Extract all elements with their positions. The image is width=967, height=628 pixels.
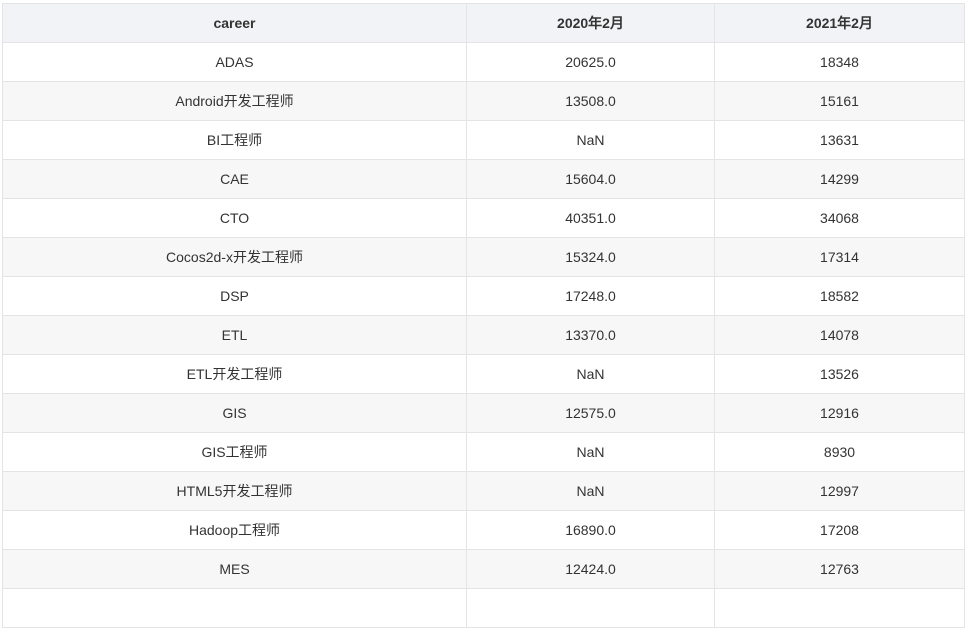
- table-row: HTML5开发工程师 NaN 12997: [2, 471, 965, 511]
- table-row: GIS 12575.0 12916: [2, 393, 965, 433]
- column-header-career[interactable]: career: [2, 3, 467, 43]
- cell-2020-feb: NaN: [466, 354, 715, 394]
- cell-2020-feb: 20625.0: [466, 42, 715, 82]
- table-row: ETL 13370.0 14078: [2, 315, 965, 355]
- cell-2020-feb: NaN: [466, 432, 715, 472]
- cell-2020-feb: NaN: [466, 471, 715, 511]
- table-row: DSP 17248.0 18582: [2, 276, 965, 316]
- cell-2021-feb: 14299: [714, 159, 965, 199]
- cell-2021-feb: 13526: [714, 354, 965, 394]
- cell-2021-feb: 12916: [714, 393, 965, 433]
- column-header-2020-feb[interactable]: 2020年2月: [466, 3, 715, 43]
- table-row: Cocos2d-x开发工程师 15324.0 17314: [2, 237, 965, 277]
- cell-career: DSP: [2, 276, 467, 316]
- table-row: CAE 15604.0 14299: [2, 159, 965, 199]
- cell-2020-feb: NaN: [466, 120, 715, 160]
- cell-2020-feb: 16890.0: [466, 510, 715, 550]
- cell-2021-feb: 8930: [714, 432, 965, 472]
- cell-career: GIS: [2, 393, 467, 433]
- cell-2021-feb: 13631: [714, 120, 965, 160]
- cell-career: CAE: [2, 159, 467, 199]
- cell-career: BI工程师: [2, 120, 467, 160]
- cell-2020-feb: 15604.0: [466, 159, 715, 199]
- table-row: MES 12424.0 12763: [2, 549, 965, 589]
- data-table-container: career 2020年2月 2021年2月 ADAS 20625.0 1834…: [2, 3, 965, 628]
- cell-career: MES: [2, 549, 467, 589]
- cell-2021-feb: 34068: [714, 198, 965, 238]
- cell-2021-feb: 15161: [714, 81, 965, 121]
- table-row: ADAS 20625.0 18348: [2, 42, 965, 82]
- table-row: [2, 588, 965, 628]
- cell-2021-feb: 12763: [714, 549, 965, 589]
- cell-career: CTO: [2, 198, 467, 238]
- cell-career: Android开发工程师: [2, 81, 467, 121]
- cell-2021-feb: 18582: [714, 276, 965, 316]
- table-row: CTO 40351.0 34068: [2, 198, 965, 238]
- table-row: ETL开发工程师 NaN 13526: [2, 354, 965, 394]
- cell-2021-feb: 14078: [714, 315, 965, 355]
- table-row: GIS工程师 NaN 8930: [2, 432, 965, 472]
- cell-2020-feb: [466, 588, 715, 628]
- cell-career: Hadoop工程师: [2, 510, 467, 550]
- cell-career: ETL开发工程师: [2, 354, 467, 394]
- career-salary-table: career 2020年2月 2021年2月 ADAS 20625.0 1834…: [2, 3, 965, 628]
- cell-2021-feb: 12997: [714, 471, 965, 511]
- cell-career: [2, 588, 467, 628]
- cell-2020-feb: 40351.0: [466, 198, 715, 238]
- cell-2021-feb: 17208: [714, 510, 965, 550]
- cell-2020-feb: 12575.0: [466, 393, 715, 433]
- cell-career: HTML5开发工程师: [2, 471, 467, 511]
- cell-2021-feb: 18348: [714, 42, 965, 82]
- cell-career: Cocos2d-x开发工程师: [2, 237, 467, 277]
- cell-2020-feb: 17248.0: [466, 276, 715, 316]
- table-row: BI工程师 NaN 13631: [2, 120, 965, 160]
- table-header-row: career 2020年2月 2021年2月: [2, 3, 965, 43]
- cell-2021-feb: 17314: [714, 237, 965, 277]
- table-row: Hadoop工程师 16890.0 17208: [2, 510, 965, 550]
- table-row: Android开发工程师 13508.0 15161: [2, 81, 965, 121]
- cell-2020-feb: 13508.0: [466, 81, 715, 121]
- cell-2020-feb: 15324.0: [466, 237, 715, 277]
- cell-2021-feb: [714, 588, 965, 628]
- cell-2020-feb: 13370.0: [466, 315, 715, 355]
- column-header-2021-feb[interactable]: 2021年2月: [714, 3, 965, 43]
- cell-career: ETL: [2, 315, 467, 355]
- cell-career: ADAS: [2, 42, 467, 82]
- cell-career: GIS工程师: [2, 432, 467, 472]
- cell-2020-feb: 12424.0: [466, 549, 715, 589]
